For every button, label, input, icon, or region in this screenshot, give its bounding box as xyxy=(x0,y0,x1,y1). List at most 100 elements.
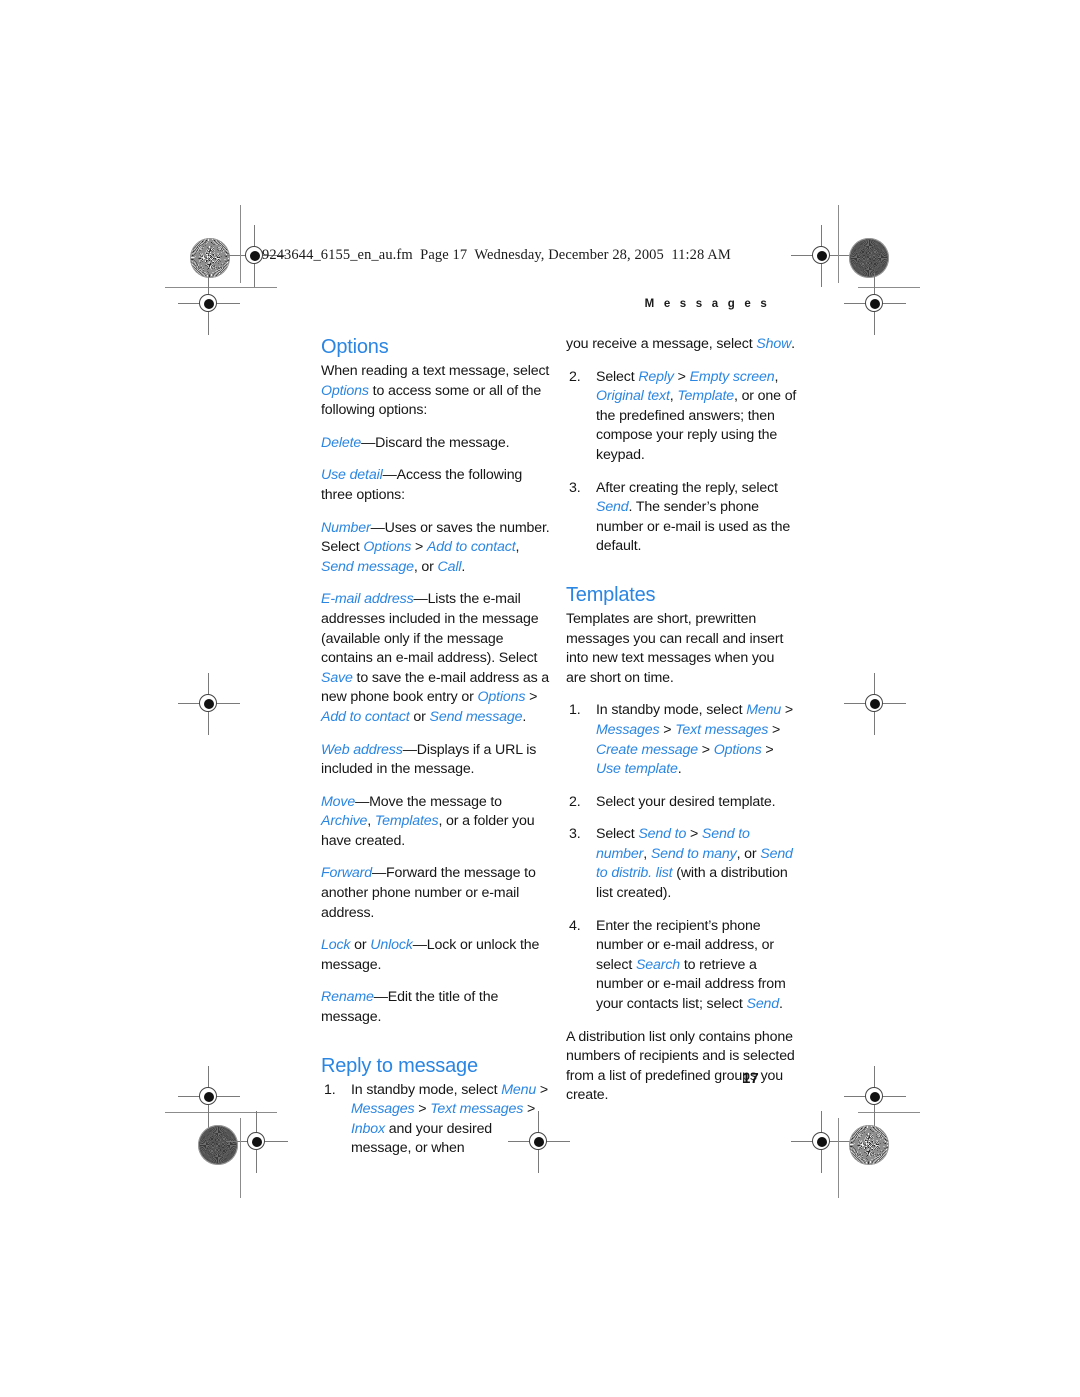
page-number: 17 xyxy=(742,1070,759,1087)
ui-term: Menu xyxy=(501,1081,537,1098)
heading-templates: Templates xyxy=(566,583,656,606)
ui-term: Create message xyxy=(596,741,698,758)
templates-steps: 1. In standby mode, select Menu > Message… xyxy=(566,701,798,1014)
ui-term: Unlock xyxy=(370,937,413,954)
option-paragraph-move: Move—Move the message to Archive, Templa… xyxy=(321,793,535,849)
crop-rule xyxy=(838,205,839,283)
registration-target-icon xyxy=(791,1111,853,1173)
option-paragraph-delete: Delete—Discard the message. xyxy=(321,434,510,451)
ui-term: Use template xyxy=(596,761,678,778)
ui-term: Text messages xyxy=(675,721,769,738)
reply-steps-left: In standby mode, select Menu > Messages … xyxy=(321,1081,553,1159)
crop-rule xyxy=(240,205,241,283)
registration-target-icon xyxy=(844,1066,906,1128)
ui-term: Original text xyxy=(596,388,670,405)
registration-target-icon xyxy=(791,225,853,287)
option-paragraph-rename: Rename—Edit the title of the message. xyxy=(321,989,499,1026)
ui-term: Empty screen xyxy=(689,368,775,385)
ui-term: Send message xyxy=(321,558,414,575)
ui-term: Search xyxy=(635,956,681,973)
ui-term: Add to contact xyxy=(426,539,516,556)
ui-term: Messages xyxy=(596,721,660,738)
print-rosette-icon xyxy=(190,238,230,278)
ui-term: Menu xyxy=(746,702,782,719)
registration-target-icon xyxy=(844,673,906,735)
ui-term: Forward xyxy=(321,865,372,882)
running-head: M e s s a g e s xyxy=(644,298,770,310)
ui-term: Move xyxy=(321,793,356,810)
ui-term: Save xyxy=(321,669,353,686)
list-item: 3. After creating the reply, select Send.… xyxy=(566,479,798,557)
heading-reply-to-message: Reply to message xyxy=(321,1054,478,1077)
registration-target-icon xyxy=(226,1111,288,1173)
ui-term: Options xyxy=(321,382,369,399)
print-rosette-icon xyxy=(849,238,889,278)
ui-term: Web address xyxy=(321,741,403,758)
crop-rule xyxy=(240,1118,241,1198)
option-paragraph-number: Number—Uses or saves the number. Select … xyxy=(321,519,550,575)
ui-term: E-mail address xyxy=(321,591,414,608)
list-item-number: 2. xyxy=(569,793,581,810)
registration-target-icon xyxy=(844,273,906,335)
distribution-list-note: A distribution list only contains phone … xyxy=(566,1028,795,1104)
ui-term: Inbox xyxy=(351,1120,385,1137)
list-item-number: 1. xyxy=(569,702,581,719)
option-paragraph-forward: Forward—Forward the message to another p… xyxy=(321,865,536,921)
list-item-number: 3. xyxy=(569,826,581,843)
option-paragraph-web-address: Web address—Displays if a URL is include… xyxy=(321,741,537,778)
list-item: 4. Enter the recipient’s phone number or … xyxy=(566,917,798,1015)
ui-term: Reply xyxy=(638,368,674,385)
print-rosette-icon xyxy=(198,1125,238,1165)
ui-term: Send xyxy=(596,499,629,516)
reply-steps-right: 2. Select Reply > Empty screen, Original … xyxy=(566,368,798,557)
registration-target-icon xyxy=(178,273,240,335)
reply-step-1-continued: you receive a message, select Show. xyxy=(566,336,795,352)
list-item-text: Select Reply > Empty screen, Original te… xyxy=(596,368,797,463)
list-item-number: 4. xyxy=(569,917,581,934)
manual-page: 9243644_6155_en_au.fm Page 17 Wednesday,… xyxy=(0,0,1080,1397)
registration-target-icon xyxy=(178,673,240,735)
list-item-text: Enter the recipient’s phone number or e-… xyxy=(596,917,786,1013)
list-item-number: 2. xyxy=(569,368,581,385)
right-column: you receive a message, select Show. 2. Se… xyxy=(566,335,798,1119)
file-slug-line: 9243644_6155_en_au.fm Page 17 Wednesday,… xyxy=(262,247,731,263)
ui-term: Messages xyxy=(351,1101,415,1118)
list-item: 3. Select Send to > Send to number, Send … xyxy=(566,825,798,903)
ui-term: Delete xyxy=(321,434,362,451)
list-item: 2. Select Reply > Empty screen, Original … xyxy=(566,368,798,466)
ui-term: Send message xyxy=(429,708,523,725)
left-column: Options When reading a text message, sel… xyxy=(321,335,553,1172)
ui-term: Template xyxy=(677,388,734,405)
ui-term: Templates xyxy=(374,813,439,830)
list-item: In standby mode, select Menu > Messages … xyxy=(324,1081,549,1157)
ui-term: Archive xyxy=(321,813,368,830)
option-paragraph-email-address: E-mail address—Lists the e-mail addresse… xyxy=(321,591,550,725)
ui-term: Show xyxy=(756,336,792,352)
list-item-text: Select Send to > Send to number, Send to… xyxy=(596,826,793,902)
ui-term: Options xyxy=(477,689,526,706)
option-paragraph-intro: When reading a text message, select Opti… xyxy=(321,363,550,419)
list-item-text: After creating the reply, select Send. T… xyxy=(596,479,791,555)
ui-term: Options xyxy=(713,741,762,758)
ui-term: Add to contact xyxy=(321,708,410,725)
crop-rule xyxy=(838,1118,839,1198)
ui-term: Send to xyxy=(638,826,687,843)
registration-target-icon xyxy=(178,1066,240,1128)
list-item-number: 3. xyxy=(569,479,581,496)
ui-term: Call xyxy=(437,558,462,575)
heading-options: Options xyxy=(321,336,389,358)
ui-term: Send xyxy=(746,996,780,1013)
list-item: 1. In standby mode, select Menu > Message… xyxy=(566,701,798,779)
templates-intro: Templates are short, prewritten messages… xyxy=(566,610,784,686)
ui-term: Send to many xyxy=(650,845,737,862)
ui-term: Options xyxy=(363,539,412,556)
list-item-text: Select your desired template. xyxy=(596,793,776,810)
ui-term: Text messages xyxy=(430,1101,524,1118)
ui-term: Use detail xyxy=(321,467,383,484)
print-rosette-icon xyxy=(849,1125,889,1165)
option-paragraph-lock: Lock or Unlock—Lock or unlock the messag… xyxy=(321,937,540,973)
list-item-text: In standby mode, select Menu > Messages … xyxy=(596,702,794,778)
list-item: 2. Select your desired template. xyxy=(566,793,798,813)
options-paragraphs: When reading a text message, select Opti… xyxy=(321,362,553,1028)
ui-term: Number xyxy=(321,519,371,536)
